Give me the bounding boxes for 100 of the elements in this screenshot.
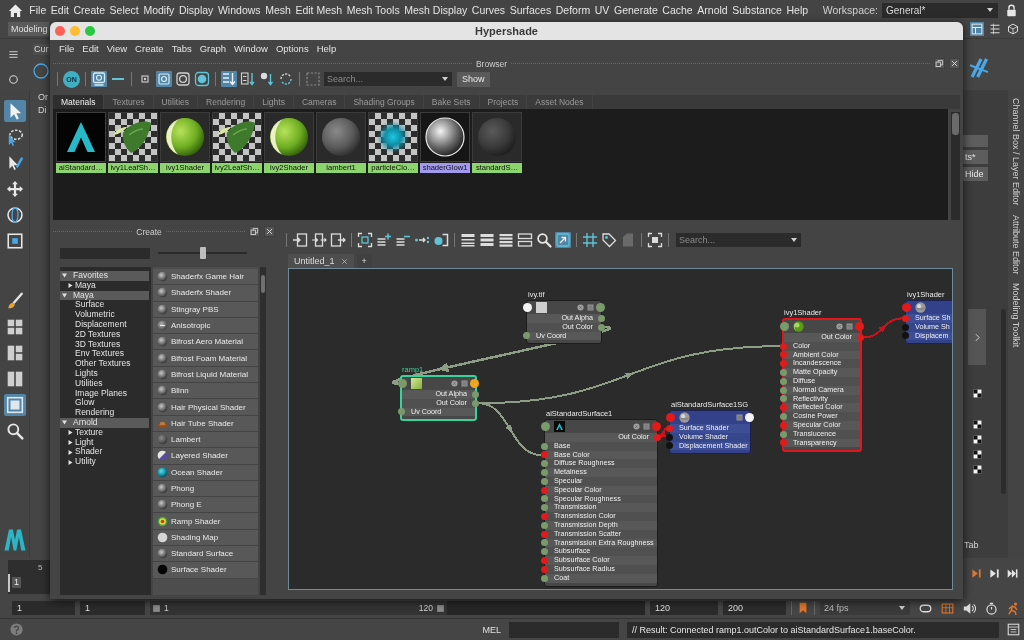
grid-icon[interactable]: [582, 232, 598, 248]
node-type-item[interactable]: Blinn: [153, 383, 258, 400]
tree-item[interactable]: Utility: [60, 457, 151, 467]
frame-icon[interactable]: [647, 232, 663, 248]
menu-item[interactable]: Curves: [469, 4, 508, 16]
time-slider[interactable]: 5 1: [8, 560, 50, 594]
tree-item[interactable]: Utilities: [60, 378, 151, 389]
node-type-item[interactable]: Standard Surface: [153, 546, 258, 563]
add-rows-icon[interactable]: [376, 232, 392, 248]
frame-selection-icon[interactable]: [357, 232, 373, 248]
menu-item[interactable]: Mesh Display: [401, 4, 470, 16]
tree-item[interactable]: Shader: [60, 447, 151, 458]
tree-item[interactable]: Favorites: [60, 271, 149, 281]
dot-bracket-icon[interactable]: [433, 232, 449, 248]
menu-item[interactable]: Window: [230, 42, 272, 54]
node-type-item[interactable]: Hair Physical Shader: [153, 399, 258, 416]
node-type-item[interactable]: Shaderfx Shader: [153, 285, 258, 302]
leaf-thumbnail[interactable]: [108, 112, 158, 162]
tree-item[interactable]: 2D Textures: [60, 329, 151, 340]
menu-item[interactable]: Help: [784, 4, 811, 16]
list-icon[interactable]: [988, 22, 1002, 36]
square-arrow-icon[interactable]: [555, 232, 571, 248]
script-language-label[interactable]: MEL: [482, 624, 501, 635]
slider-handle-icon[interactable]: [436, 603, 445, 613]
tree-item[interactable]: Env Textures: [60, 349, 151, 360]
menu-item[interactable]: Surfaces: [507, 4, 554, 16]
output-connections-icon[interactable]: [330, 232, 346, 248]
help-icon[interactable]: [10, 623, 23, 636]
collapsed-arrow-icon[interactable]: [68, 430, 73, 436]
menu-item[interactable]: Generate: [611, 4, 661, 16]
node-type-item[interactable]: Bifrost Aero Material: [153, 334, 258, 351]
menu-item[interactable]: Cache: [660, 4, 695, 16]
float-icon[interactable]: [934, 58, 945, 69]
browser-tab[interactable]: Materials: [53, 95, 105, 109]
node-type-item[interactable]: Bifrost Foam Material: [153, 350, 258, 367]
graph-tab[interactable]: Untitled_1: [288, 254, 354, 268]
script-icon[interactable]: [1007, 623, 1020, 636]
disc-icon[interactable]: [451, 380, 458, 387]
sphere-thumbnail[interactable]: [316, 112, 366, 162]
node-type-item[interactable]: Phong E: [153, 497, 258, 514]
range-slider[interactable]: 1 120: [150, 601, 645, 615]
cube-icon[interactable]: [1006, 22, 1020, 36]
tree-item[interactable]: Arnold: [60, 417, 149, 428]
node-type-item[interactable]: Shaderfx Game Hair: [153, 269, 258, 286]
outliner-item[interactable]: Or: [38, 92, 50, 102]
start-frame-field[interactable]: 1: [12, 601, 75, 615]
tree-item[interactable]: Texture: [60, 427, 151, 438]
tree-item[interactable]: Maya: [60, 280, 151, 291]
checker-icon[interactable]: [972, 435, 982, 444]
menu-item[interactable]: Edit: [78, 42, 103, 54]
tree-item[interactable]: Lights: [60, 368, 151, 379]
menu-item[interactable]: Select: [107, 4, 142, 16]
menu-item[interactable]: Create: [71, 4, 108, 16]
dock-button[interactable]: ts*: [963, 150, 988, 164]
dock-tab[interactable]: Modeling Toolkit: [1011, 283, 1021, 348]
dock-tab[interactable]: Channel Box / Layer Editor: [1011, 98, 1021, 206]
menu-item[interactable]: Substance: [729, 4, 785, 16]
running-figure-icon[interactable]: [1007, 601, 1020, 615]
end-frame-field[interactable]: 200: [723, 601, 786, 615]
node-type-item[interactable]: Surface Shader: [153, 562, 258, 579]
menu-set-dropdown[interactable]: Modeling: [8, 22, 49, 36]
disc-icon[interactable]: [577, 304, 584, 311]
port-icon[interactable]: [472, 399, 479, 407]
sphere-thumbnail[interactable]: [264, 112, 314, 162]
sphere-thumbnail[interactable]: [420, 112, 470, 162]
sort-type-icon[interactable]: [240, 71, 256, 87]
search-field[interactable]: Search...: [324, 72, 452, 86]
tree-item[interactable]: 3D Textures: [60, 339, 151, 350]
checker-icon[interactable]: [972, 465, 982, 474]
menu-item[interactable]: Create: [131, 42, 168, 54]
slider-handle-icon[interactable]: [152, 603, 161, 613]
search-field[interactable]: Search...: [676, 233, 801, 247]
menu-item[interactable]: Modify: [141, 4, 177, 16]
node-type-item[interactable]: Ramp Shader: [153, 513, 258, 530]
skip-to-end-icon[interactable]: [1007, 568, 1018, 579]
slider-thumb[interactable]: [199, 247, 206, 259]
medium-swatch-icon[interactable]: [156, 71, 172, 87]
menu-item[interactable]: Edit Mesh: [293, 4, 345, 16]
logo-thumbnail[interactable]: [56, 112, 106, 162]
sphere-thumbnail[interactable]: [160, 112, 210, 162]
menu-item[interactable]: Mesh: [262, 4, 294, 16]
range-bar[interactable]: 1 120: [150, 601, 447, 615]
bookmark-icon[interactable]: [797, 602, 809, 614]
playback-start-field[interactable]: 1: [80, 601, 145, 615]
home-icon[interactable]: [8, 2, 23, 18]
outliner-item[interactable]: Di: [38, 105, 50, 115]
stacked-rows-icon[interactable]: [517, 232, 533, 248]
tree-item[interactable]: Surface: [60, 300, 151, 311]
ring-icon[interactable]: [33, 63, 49, 79]
menu-item[interactable]: Windows: [215, 4, 263, 16]
checker-icon[interactable]: [972, 450, 982, 459]
port-icon[interactable]: [472, 390, 479, 398]
close-icon[interactable]: [264, 226, 275, 237]
new-tab-button[interactable]: +: [356, 254, 372, 268]
input-connections-icon[interactable]: [292, 232, 308, 248]
port-icon[interactable]: [745, 413, 754, 422]
lock-icon[interactable]: [1005, 3, 1018, 17]
port-icon[interactable]: [523, 303, 532, 312]
port-icon[interactable]: [470, 379, 479, 388]
expanded-arrow-icon[interactable]: [62, 273, 67, 279]
